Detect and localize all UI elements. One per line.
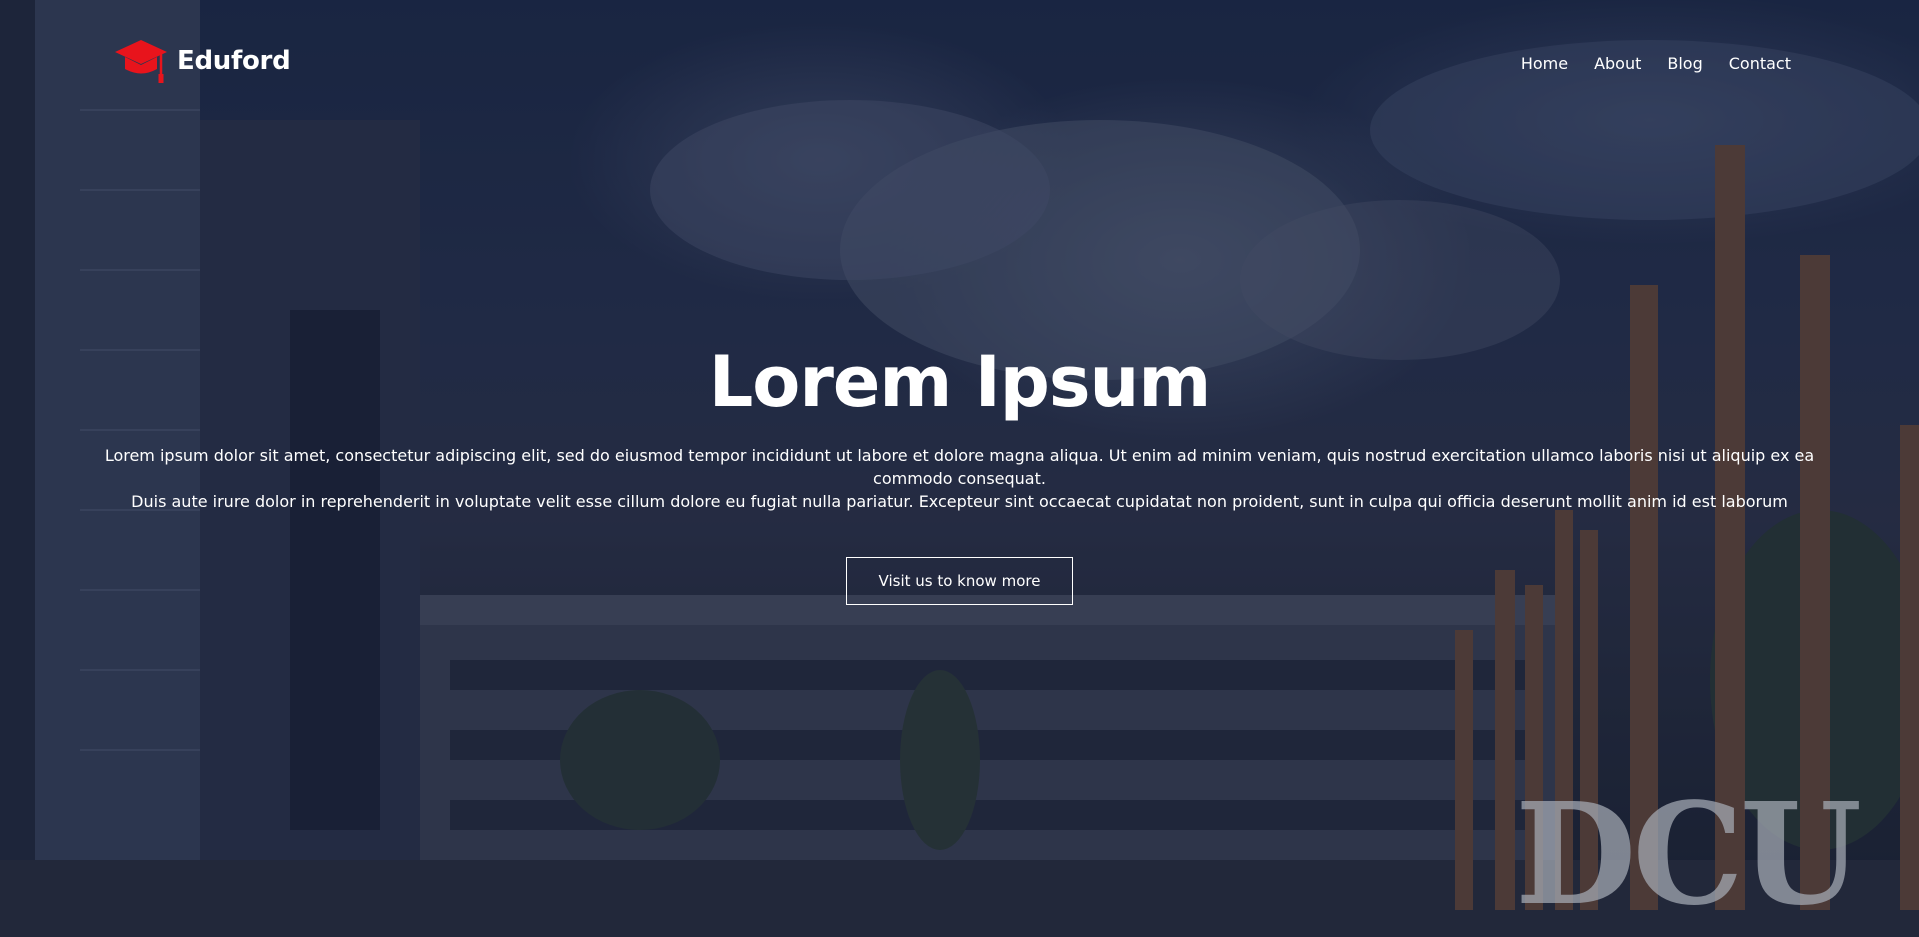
hero-description-line-2: Duis aute irure dolor in reprehenderit i… [131, 492, 1788, 511]
nav-home[interactable]: Home [1521, 54, 1568, 73]
brand-logo[interactable]: Eduford [113, 36, 291, 86]
graduation-cap-icon [113, 36, 169, 86]
brand-name: Eduford [177, 46, 291, 76]
nav-blog[interactable]: Blog [1667, 54, 1702, 73]
hero-description: Lorem ipsum dolor sit amet, consectetur … [90, 444, 1829, 513]
hero-title: Lorem Ipsum [708, 341, 1212, 423]
hero-section: DCU Eduford Home About Blog Contact Lore… [0, 0, 1919, 937]
dcu-sign: DCU [1515, 773, 1862, 937]
main-nav: Home About Blog Contact [1521, 54, 1791, 73]
nav-contact[interactable]: Contact [1729, 54, 1791, 73]
nav-about[interactable]: About [1594, 54, 1641, 73]
hero-description-line-1: Lorem ipsum dolor sit amet, consectetur … [104, 446, 1815, 488]
visit-us-button[interactable]: Visit us to know more [846, 557, 1073, 605]
